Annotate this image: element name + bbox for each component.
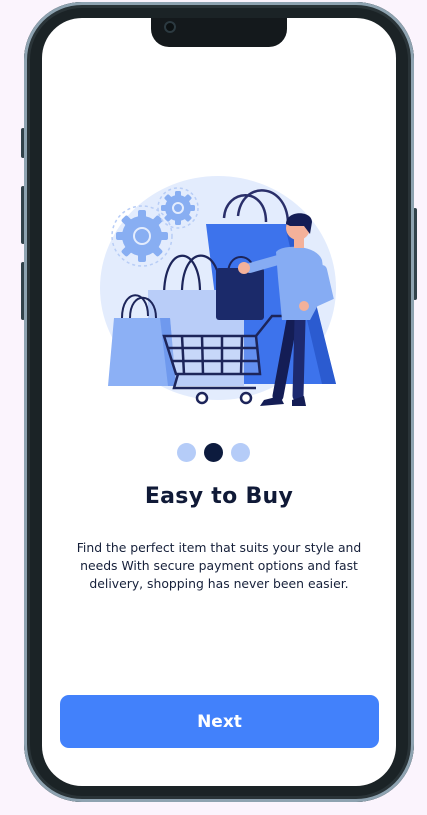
pagination-dot-2-active[interactable] [204,443,223,462]
app-preview: Easy to Buy Find the perfect item that s… [0,0,427,815]
onboarding-pagination [0,443,427,463]
pagination-dot-3[interactable] [231,443,250,462]
shopping-illustration [100,176,336,406]
front-camera-icon [164,21,176,33]
pagination-dot-1[interactable] [177,443,196,462]
onboarding-description: Find the perfect item that suits your st… [76,540,362,591]
onboarding-title: Easy to Buy [144,484,294,509]
next-button[interactable]: Next [60,695,379,748]
